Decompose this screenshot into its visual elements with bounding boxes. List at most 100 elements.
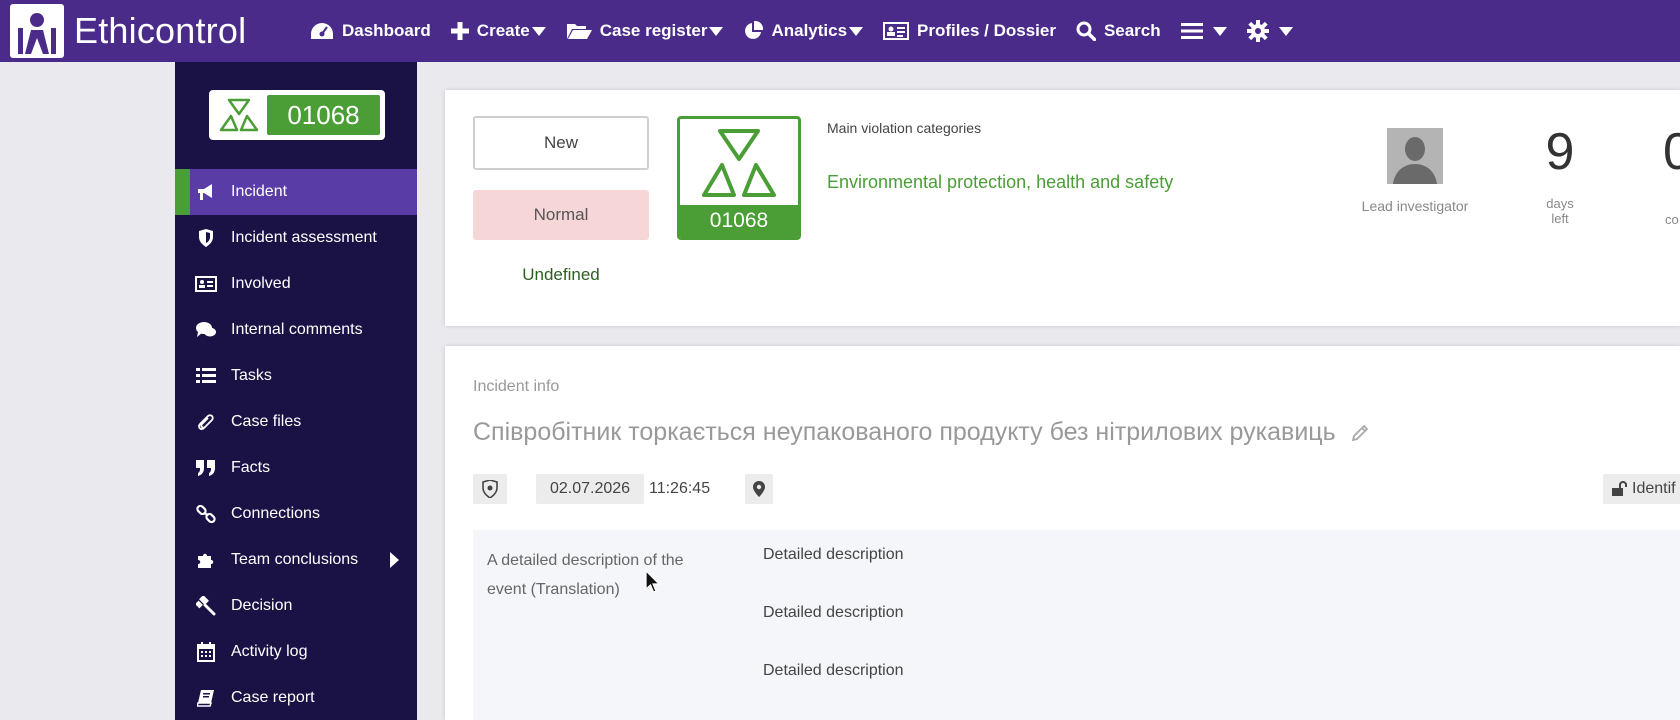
gear-icon [1246, 20, 1269, 42]
sidebar-item-case-report[interactable]: Case report [175, 675, 417, 720]
puzzle-icon [195, 550, 217, 570]
sidebar-item-label: Internal comments [231, 321, 363, 338]
sidebar-item-label: Decision [231, 597, 293, 614]
comments-icon [195, 320, 217, 340]
counter-value: 0 [1663, 123, 1680, 181]
unlock-icon [1612, 481, 1627, 496]
sidebar-item-tasks[interactable]: Tasks [175, 353, 417, 399]
description-label: A detailed description of the event (Tra… [487, 552, 684, 598]
edit-pencil-icon[interactable] [1350, 423, 1370, 443]
sidebar-item-label: Facts [231, 459, 271, 476]
description-line: Detailed description [763, 604, 904, 621]
sidebar-item-internal-comments[interactable]: Internal comments [175, 307, 417, 353]
brand-logo-icon [10, 4, 64, 58]
sidebar-item-team-conclusions[interactable]: Team conclusions [175, 537, 417, 583]
plus-icon [450, 22, 469, 40]
paperclip-icon [195, 412, 217, 432]
calendar-icon [195, 642, 217, 662]
nav-analytics[interactable]: Analytics [733, 0, 873, 62]
incident-title: Співробітник торкається неупакованого пр… [473, 418, 1370, 447]
nav-profiles[interactable]: Profiles / Dossier [873, 0, 1066, 62]
megaphone-icon [195, 182, 217, 202]
quote-icon [195, 458, 217, 478]
identity-label: Identif [1632, 480, 1676, 497]
days-left-value: 9 [1545, 123, 1575, 181]
gavel-icon [195, 596, 217, 616]
category-value[interactable]: Environmental protection, health and saf… [827, 172, 1173, 193]
nav-analytics-label: Analytics [771, 21, 848, 40]
lead-investigator-label: Lead investigator [1361, 198, 1469, 214]
map-marker-icon [753, 481, 765, 497]
sidebar-item-facts[interactable]: Facts [175, 445, 417, 491]
sidebar-item-connections[interactable]: Connections [175, 491, 417, 537]
sidebar-item-label: Connections [231, 505, 320, 522]
mouse-cursor-icon [645, 569, 661, 599]
sidebar-item-label: Team conclusions [231, 551, 359, 568]
list-icon [195, 366, 217, 386]
top-navigation-bar: Ethicontrol Dashboard Create Case regist… [0, 0, 1680, 62]
sidebar-item-case-files[interactable]: Case files [175, 399, 417, 445]
case-header-card: New Normal Undefined 01068 Main violatio… [445, 90, 1680, 326]
incident-title-text: Співробітник торкається неупакованого пр… [473, 418, 1336, 446]
sidebar-item-label: Incident [231, 183, 288, 200]
nav-search-label: Search [1103, 21, 1161, 40]
id-card-icon [195, 274, 217, 294]
case-number-badge[interactable]: 01068 [209, 90, 385, 140]
folder-open-icon [566, 24, 592, 39]
status-button[interactable]: New [473, 116, 649, 170]
nav-dashboard-label: Dashboard [342, 21, 431, 40]
shield-icon [482, 480, 498, 498]
days-label-line: days [1546, 196, 1574, 211]
avatar[interactable] [1387, 128, 1443, 184]
case-type-badge: 01068 [677, 116, 801, 240]
sidebar-item-label: Case files [231, 413, 302, 430]
case-number: 01068 [267, 95, 380, 135]
search-icon [1076, 21, 1096, 41]
counter-label: co [1665, 212, 1679, 227]
description-panel: A detailed description of the event (Tra… [473, 530, 1680, 720]
left-gutter [0, 62, 175, 720]
sidebar-item-label: Involved [231, 275, 291, 292]
nav-profiles-label: Profiles / Dossier [917, 21, 1056, 40]
pie-chart-icon [745, 21, 764, 39]
nav-menu[interactable] [1171, 0, 1237, 62]
sidebar-item-decision[interactable]: Decision [175, 583, 417, 629]
sidebar-item-incident[interactable]: Incident [175, 169, 417, 215]
case-sidebar: 01068 Incident Incident assessment Invol… [175, 62, 417, 720]
chevron-down-icon [709, 26, 724, 36]
nav-settings[interactable] [1237, 0, 1303, 62]
source-icon[interactable] [473, 474, 507, 504]
description-line: Detailed description [763, 662, 904, 679]
id-card-icon [883, 22, 910, 40]
chevron-down-icon [1212, 26, 1227, 36]
chevron-down-icon [849, 26, 864, 36]
incident-date[interactable]: 02.07.2026 [536, 474, 644, 504]
incident-info-card: Incident info Співробітник торкається не… [445, 346, 1680, 720]
sidebar-item-incident-assessment[interactable]: Incident assessment [175, 215, 417, 261]
days-left-label: days left [1530, 196, 1590, 226]
sidebar-item-label: Case report [231, 689, 315, 706]
priority-button[interactable]: Normal [473, 190, 649, 240]
category-label: Main violation categories [827, 120, 982, 136]
gauge-icon [311, 23, 333, 39]
section-label: Incident info [473, 378, 560, 395]
shield-icon [195, 228, 217, 248]
nav-case-register-label: Case register [599, 21, 708, 40]
brand[interactable]: Ethicontrol [0, 4, 300, 58]
nav-create[interactable]: Create [441, 0, 556, 62]
sidebar-item-label: Tasks [231, 367, 272, 384]
chevron-down-icon [531, 26, 546, 36]
main-nav: Dashboard Create Case register Analytics… [300, 0, 1303, 62]
chevron-down-icon [1278, 26, 1293, 36]
case-menu: Incident Incident assessment Involved In… [175, 169, 417, 720]
identity-toggle[interactable]: Identif [1603, 474, 1680, 504]
hamburger-menu-icon [1180, 23, 1203, 39]
classification-value[interactable]: Undefined [473, 265, 649, 285]
nav-search[interactable]: Search [1066, 0, 1171, 62]
nav-dashboard[interactable]: Dashboard [300, 0, 441, 62]
sidebar-item-involved[interactable]: Involved [175, 261, 417, 307]
nav-case-register[interactable]: Case register [556, 0, 734, 62]
location-icon[interactable] [745, 474, 773, 504]
sidebar-item-activity-log[interactable]: Activity log [175, 629, 417, 675]
trefoil-icon [680, 119, 798, 207]
